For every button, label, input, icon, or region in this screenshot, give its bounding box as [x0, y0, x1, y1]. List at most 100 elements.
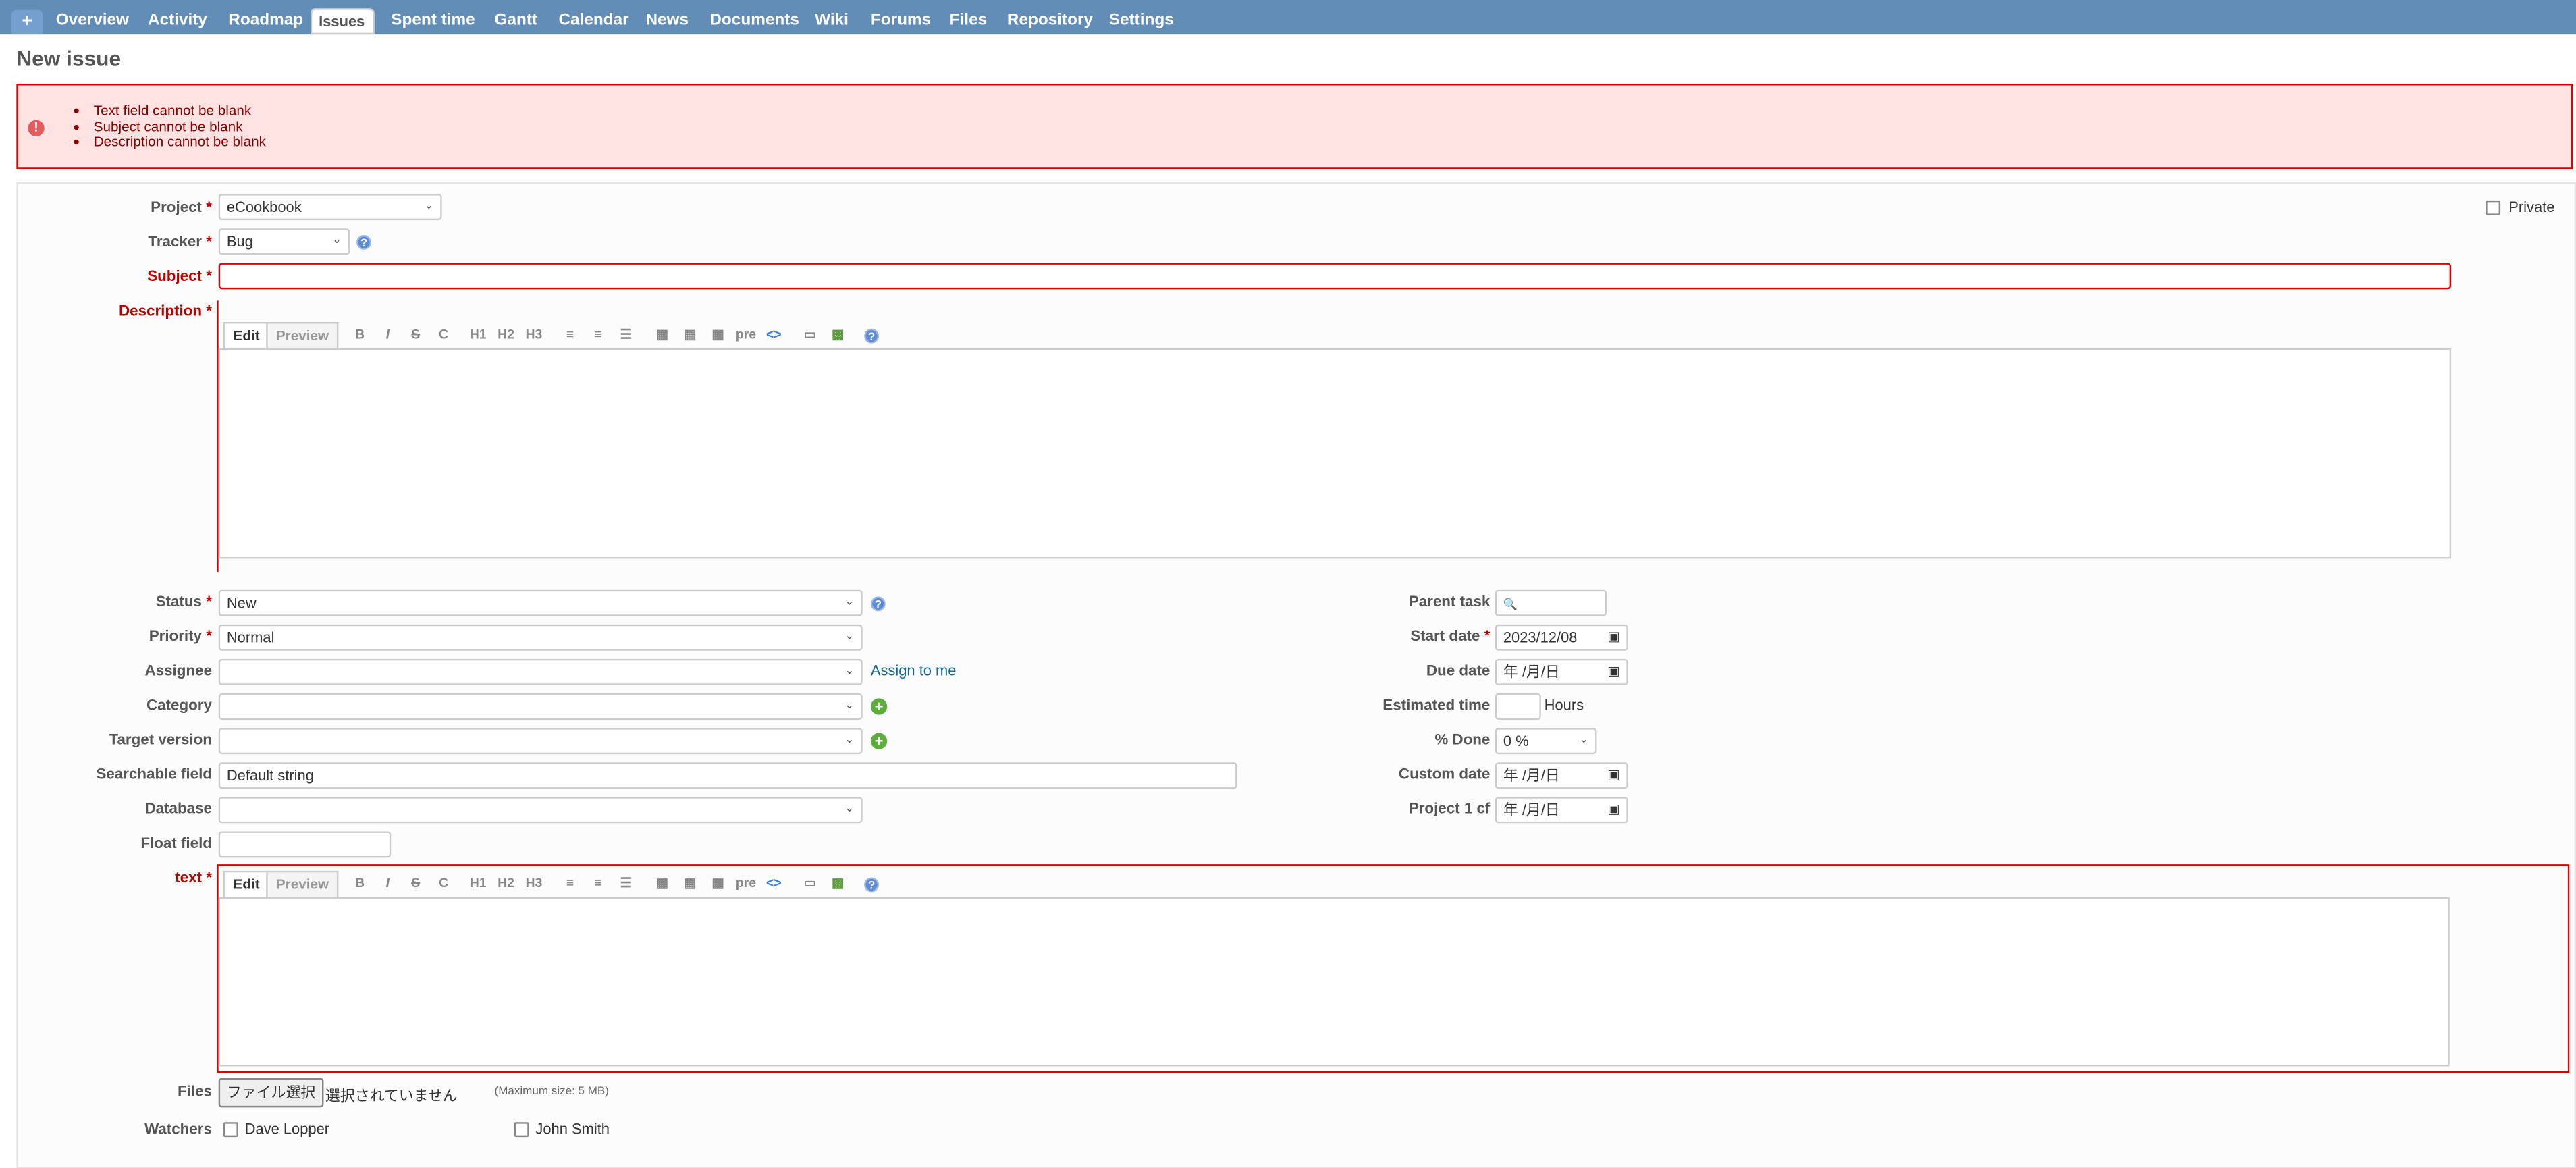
project-1-cf-input[interactable]: 年 /月/日 ▣: [1495, 797, 1628, 824]
category-select[interactable]: ⌄: [218, 693, 863, 720]
tab-roadmap[interactable]: Roadmap: [220, 8, 311, 34]
done-ratio-label: % Done: [1434, 731, 1491, 748]
custom-date-label: Custom date: [1398, 766, 1491, 782]
calendar-icon: ▣: [1607, 801, 1620, 817]
code-highlight-icon[interactable]: <>: [762, 876, 785, 891]
assign-to-me-link[interactable]: Assign to me: [871, 662, 957, 679]
searchable-field-input[interactable]: Default string: [218, 762, 1237, 789]
custom-date-input[interactable]: 年 /月/日 ▣: [1495, 762, 1628, 789]
code-inline-icon[interactable]: C: [432, 327, 455, 342]
tab-news[interactable]: News: [637, 8, 697, 34]
add-icon[interactable]: +: [870, 733, 888, 749]
tab-settings[interactable]: Settings: [1101, 8, 1182, 34]
tab-edit[interactable]: Edit: [223, 870, 270, 897]
assignee-select[interactable]: ⌄: [218, 658, 863, 685]
tab-overview[interactable]: Overview: [48, 8, 138, 34]
description-label: Description *: [118, 302, 212, 319]
watchers-label: Watchers: [144, 1120, 212, 1138]
help-icon[interactable]: ?: [864, 328, 880, 344]
bullet-list-icon[interactable]: ≡: [558, 876, 581, 891]
unquote-icon[interactable]: ▦: [678, 876, 701, 891]
watcher-checkbox[interactable]: [223, 1122, 238, 1138]
database-select[interactable]: ⌄: [218, 797, 863, 824]
heading3-icon[interactable]: H3: [522, 327, 545, 342]
error-icon: !: [28, 120, 45, 136]
unquote-icon[interactable]: ▦: [678, 327, 701, 342]
numbered-list-icon[interactable]: ≡: [587, 876, 610, 891]
float-field-label: Float field: [140, 834, 212, 851]
bullet-list-icon[interactable]: ≡: [558, 327, 581, 342]
tab-issues[interactable]: Issues: [310, 8, 375, 35]
heading1-icon[interactable]: H1: [466, 876, 489, 891]
tab-activity[interactable]: Activity: [140, 8, 215, 34]
start-date-input[interactable]: 2023/12/08 ▣: [1495, 624, 1628, 651]
estimated-time-input[interactable]: [1495, 693, 1541, 720]
bold-icon[interactable]: B: [348, 876, 371, 891]
link-icon[interactable]: ▭: [799, 327, 822, 342]
table-icon[interactable]: ▦: [706, 876, 729, 891]
float-field-input[interactable]: [218, 831, 392, 858]
image-icon[interactable]: ▩: [826, 327, 849, 342]
bold-icon[interactable]: B: [348, 327, 371, 342]
pre-icon[interactable]: pre: [734, 876, 757, 891]
italic-icon[interactable]: I: [376, 327, 399, 342]
description-textarea[interactable]: [218, 348, 2452, 559]
italic-icon[interactable]: I: [376, 876, 399, 891]
heading1-icon[interactable]: H1: [466, 327, 489, 342]
text-field-textarea[interactable]: [218, 897, 2450, 1067]
subject-input[interactable]: [218, 263, 2452, 290]
watcher-checkbox[interactable]: [514, 1122, 529, 1138]
parent-task-input[interactable]: 🔍: [1495, 589, 1607, 616]
tab-edit[interactable]: Edit: [223, 322, 270, 348]
target-version-label: Target version: [109, 731, 212, 748]
image-icon[interactable]: ▩: [826, 876, 849, 891]
choose-file-button[interactable]: ファイル選択: [218, 1078, 324, 1108]
tab-documents[interactable]: Documents: [701, 8, 807, 34]
tracker-select[interactable]: Bug ⌄: [218, 228, 350, 255]
error-item: Subject cannot be blank: [94, 118, 266, 135]
table-icon[interactable]: ▦: [706, 327, 729, 342]
tab-preview[interactable]: Preview: [266, 322, 339, 348]
target-version-select[interactable]: ⌄: [218, 728, 863, 755]
done-ratio-select[interactable]: 0 % ⌄: [1495, 728, 1597, 755]
no-file-selected-text: 選択されていません: [325, 1088, 458, 1105]
task-list-icon[interactable]: ☰: [614, 327, 637, 342]
searchable-field-label: Searchable field: [96, 766, 212, 782]
code-inline-icon[interactable]: C: [432, 876, 455, 891]
new-object-button[interactable]: +: [11, 9, 43, 35]
start-date-label: Start date *: [1410, 627, 1491, 645]
link-icon[interactable]: ▭: [799, 876, 822, 891]
private-checkbox[interactable]: [2486, 200, 2501, 215]
tab-gantt[interactable]: Gantt: [486, 8, 545, 34]
help-icon[interactable]: ?: [356, 235, 372, 250]
tab-calendar[interactable]: Calendar: [550, 8, 637, 34]
tracker-label: Tracker *: [148, 233, 212, 250]
project-select[interactable]: eCookbook ⌄: [218, 194, 442, 221]
project-1-cf-label: Project 1 cf: [1408, 800, 1491, 817]
tab-wiki[interactable]: Wiki: [807, 8, 857, 34]
due-date-input[interactable]: 年 /月/日 ▣: [1495, 658, 1628, 685]
blockquote-icon[interactable]: ▦: [651, 327, 674, 342]
chevron-down-icon: ⌄: [844, 665, 855, 677]
help-icon[interactable]: ?: [870, 596, 886, 612]
tab-repository[interactable]: Repository: [999, 8, 1101, 34]
tab-files[interactable]: Files: [942, 8, 996, 34]
heading2-icon[interactable]: H2: [495, 876, 518, 891]
priority-select[interactable]: Normal ⌄: [218, 624, 863, 651]
strikethrough-icon[interactable]: S: [404, 327, 427, 342]
add-icon[interactable]: +: [870, 698, 888, 715]
strikethrough-icon[interactable]: S: [404, 876, 427, 891]
heading2-icon[interactable]: H2: [495, 327, 518, 342]
code-highlight-icon[interactable]: <>: [762, 327, 785, 342]
help-icon[interactable]: ?: [864, 877, 880, 893]
tab-preview[interactable]: Preview: [266, 870, 339, 897]
status-select[interactable]: New ⌄: [218, 589, 863, 616]
chevron-down-icon: ⌄: [844, 699, 855, 712]
task-list-icon[interactable]: ☰: [614, 876, 637, 891]
tab-spent-time[interactable]: Spent time: [383, 8, 483, 34]
pre-icon[interactable]: pre: [734, 327, 757, 342]
numbered-list-icon[interactable]: ≡: [587, 327, 610, 342]
tab-forums[interactable]: Forums: [863, 8, 940, 34]
heading3-icon[interactable]: H3: [522, 876, 545, 891]
blockquote-icon[interactable]: ▦: [651, 876, 674, 891]
